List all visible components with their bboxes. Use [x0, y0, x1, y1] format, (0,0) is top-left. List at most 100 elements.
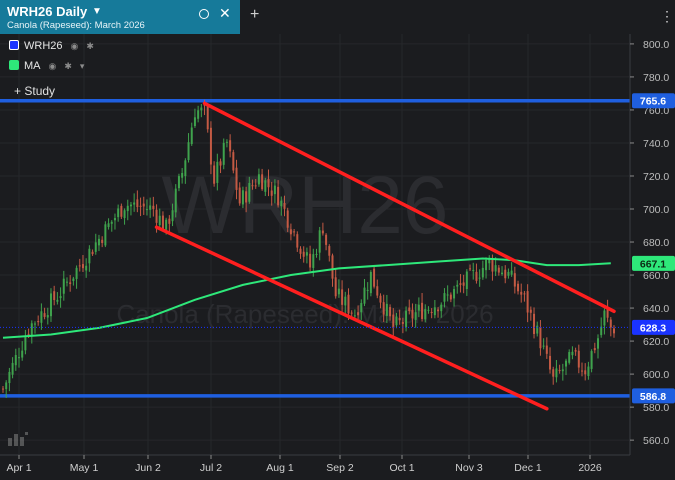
- gear-icon[interactable]: ✱: [64, 61, 72, 72]
- candle-body: [273, 185, 276, 195]
- candle-body: [101, 239, 104, 244]
- candle-body: [177, 176, 180, 189]
- candle-body: [209, 127, 212, 165]
- candle-body: [126, 205, 129, 212]
- candle-body: [421, 302, 424, 319]
- caret-down-icon[interactable]: ▼: [92, 6, 102, 17]
- candle-body: [561, 369, 564, 372]
- candle-body: [283, 202, 286, 209]
- candle-body: [347, 294, 350, 314]
- candle-body: [75, 267, 78, 279]
- candle-body: [341, 289, 344, 305]
- candle-body: [501, 272, 504, 275]
- candle-body: [97, 238, 100, 246]
- candle-body: [113, 218, 116, 221]
- candle-body: [491, 259, 494, 272]
- candle-body: [533, 313, 536, 334]
- add-study-button[interactable]: + Study: [14, 84, 55, 98]
- candle-body: [446, 294, 449, 296]
- candle-body: [318, 230, 321, 253]
- candle-body: [277, 186, 280, 206]
- candle-body: [437, 309, 440, 312]
- candle-body: [142, 203, 145, 207]
- symbol-tab[interactable]: WRH26 Daily ▼ Canola (Rapeseed): March 2…: [0, 0, 240, 34]
- candle-body: [168, 218, 171, 224]
- x-tick-label: Jul 2: [200, 462, 222, 474]
- candle-body: [571, 351, 574, 356]
- candle-body: [104, 224, 107, 246]
- candle-body: [88, 248, 91, 264]
- candle-body: [584, 370, 587, 375]
- eye-icon[interactable]: ◉: [71, 41, 79, 52]
- y-tick-label: 640.0: [643, 303, 669, 315]
- close-icon[interactable]: ✕: [219, 5, 231, 22]
- candle-body: [33, 323, 36, 325]
- legend-swatch: [9, 60, 19, 70]
- candle-body: [46, 315, 49, 318]
- eye-icon[interactable]: ◉: [49, 61, 57, 72]
- x-axis: Apr 1 May 1 Jun 2 Jul 2 Aug 1 Sep 2 Oct 1 Nov 3…: [0, 454, 630, 474]
- candle-body: [603, 310, 606, 326]
- candle-body: [417, 304, 420, 311]
- candle-body: [2, 388, 4, 390]
- candle-body: [321, 230, 324, 234]
- legend-item-wrh26[interactable]: WRH26 ◉ ✱: [9, 40, 94, 54]
- candle-body: [577, 350, 580, 368]
- candle-body: [206, 106, 209, 130]
- candle-body: [440, 304, 443, 312]
- price-chart[interactable]: WRH26 Canola (Rapeseed): March 2026 560.…: [0, 0, 675, 480]
- price-badge-label: 628.3: [640, 322, 666, 334]
- candle-body: [261, 174, 264, 190]
- candle-body: [190, 127, 193, 145]
- y-tick-label: 680.0: [643, 237, 669, 249]
- candle-body: [494, 265, 497, 272]
- candle-body: [513, 273, 516, 287]
- candle-body: [235, 167, 238, 190]
- plus-icon[interactable]: +: [250, 6, 259, 24]
- x-tick-label: 2026: [578, 462, 602, 474]
- candle-body: [456, 284, 459, 287]
- candle-body: [17, 357, 20, 359]
- candle-body: [241, 190, 244, 205]
- candle-body: [149, 205, 152, 210]
- symbol-title: WRH26 Daily: [7, 4, 88, 19]
- candle-body: [123, 210, 126, 219]
- candle-body: [245, 191, 248, 203]
- y-tick-label: 620.0: [643, 336, 669, 348]
- circle-icon[interactable]: [199, 9, 209, 19]
- candle-body: [309, 253, 312, 268]
- study-label: Study: [24, 84, 56, 98]
- candle-body: [8, 371, 11, 384]
- candle-body: [136, 199, 139, 208]
- candle-body: [229, 140, 232, 152]
- y-tick-label: 660.0: [643, 270, 669, 282]
- candle-body: [248, 182, 251, 202]
- candle-body: [545, 345, 548, 354]
- legend-item-ma[interactable]: MA ◉ ✱ ▾: [9, 60, 84, 74]
- candle-body: [360, 302, 363, 313]
- candle-body: [117, 208, 120, 218]
- candle-body: [184, 160, 187, 177]
- candle-body: [453, 289, 456, 299]
- candle-body: [353, 315, 356, 317]
- candle-body: [478, 277, 481, 279]
- candle-body: [574, 350, 577, 352]
- candle-body: [385, 303, 388, 316]
- logo-icon: [8, 432, 28, 446]
- candle-body: [398, 317, 401, 321]
- candle-body: [181, 172, 184, 178]
- candle-body: [11, 362, 14, 375]
- candle-body: [344, 296, 347, 306]
- candle-body: [517, 283, 520, 292]
- candle-body: [552, 369, 555, 377]
- chevron-down-icon[interactable]: ▾: [80, 61, 85, 72]
- candle-body: [408, 307, 411, 312]
- candle-body: [53, 291, 56, 301]
- kebab-menu-icon[interactable]: ⋮: [660, 8, 674, 25]
- candle-body: [462, 282, 465, 286]
- gear-icon[interactable]: ✱: [86, 41, 94, 52]
- candle-body: [293, 231, 296, 233]
- y-tick-label: 700.0: [643, 204, 669, 216]
- candle-body: [254, 185, 257, 187]
- candle-body: [373, 268, 376, 287]
